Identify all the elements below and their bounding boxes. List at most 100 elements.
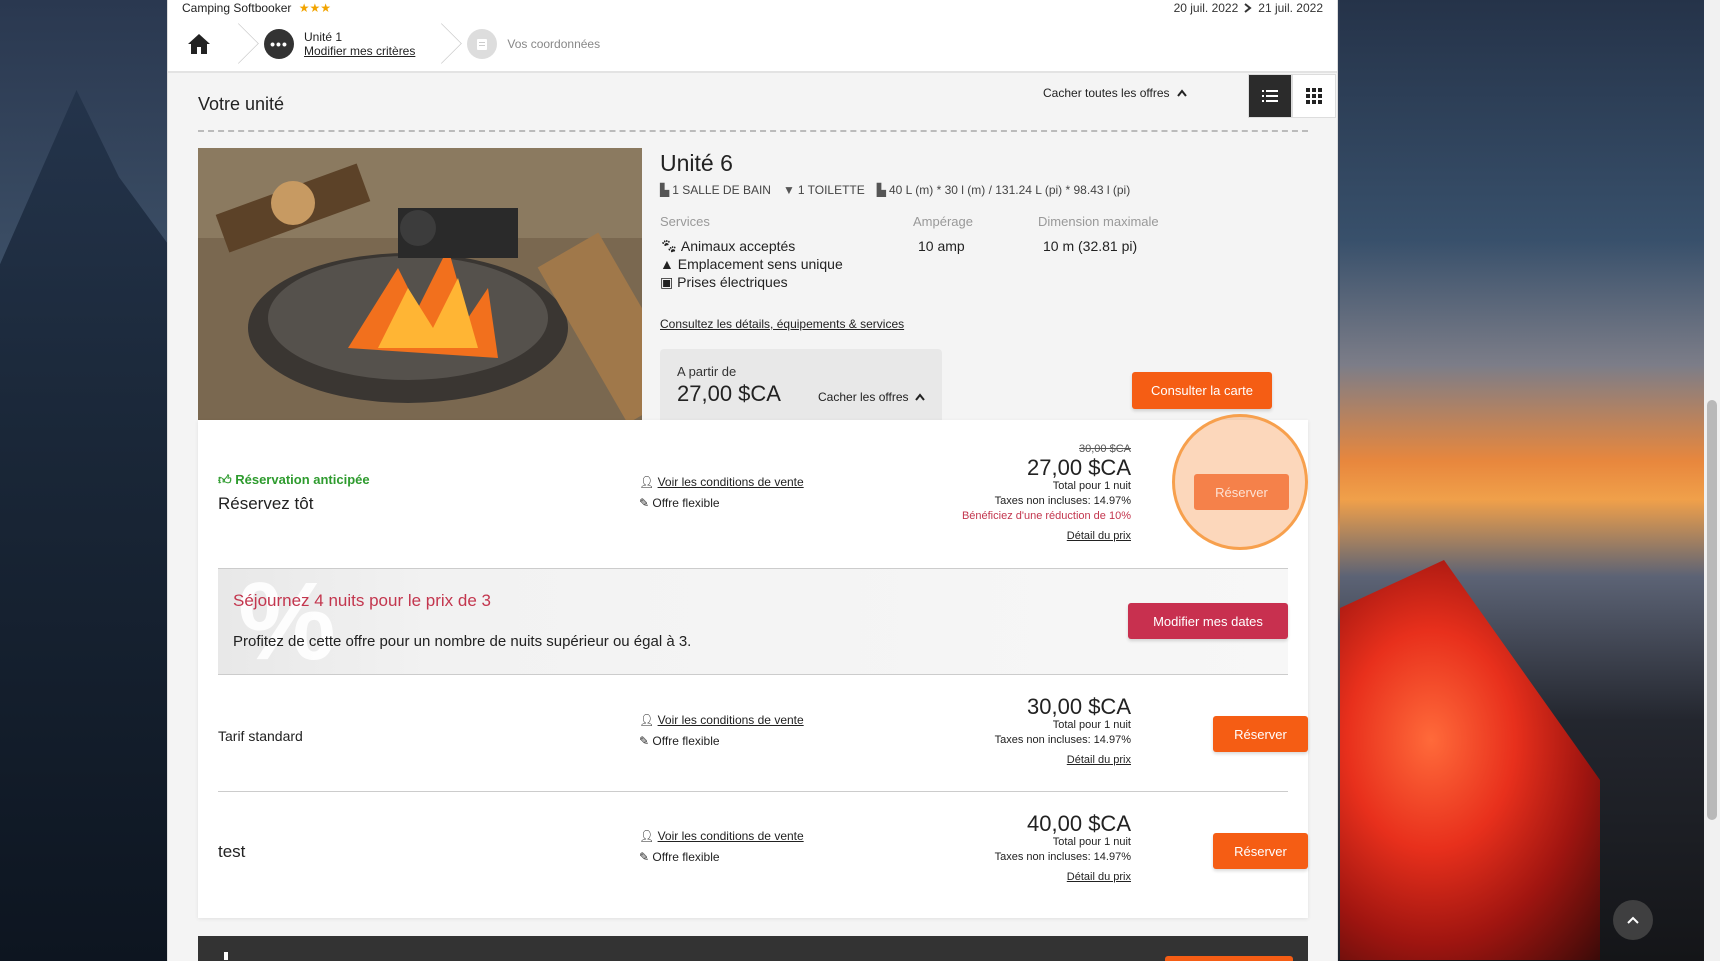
promo-description: Profitez de cette offre pour un nombre d… bbox=[233, 633, 692, 650]
flexible-label: Offre flexible bbox=[652, 496, 720, 510]
chevron-up-icon bbox=[1627, 916, 1639, 924]
chevron-right-icon bbox=[1244, 3, 1252, 13]
conditions-link[interactable]: Voir les conditions de vente bbox=[658, 829, 804, 843]
date-range: 20 juil. 2022 21 juil. 2022 bbox=[1174, 1, 1323, 15]
price-detail-link[interactable]: Détail du prix bbox=[995, 870, 1131, 885]
star-rating-icon: ★★★ bbox=[298, 1, 332, 15]
hide-offers-label: Cacher les offres bbox=[818, 390, 909, 404]
step-navigation: ••• Unité 1 Modifier mes critères Vos co… bbox=[168, 16, 1337, 73]
brand-name: Camping Softbooker bbox=[182, 1, 292, 15]
promo-title: Séjournez 4 nuits pour le prix de 3 bbox=[233, 591, 491, 610]
dimension-column: Dimension maximale 10 m (32.81 pi) bbox=[1038, 214, 1159, 255]
reserve-button[interactable]: Réserver bbox=[1213, 716, 1308, 752]
conditions-link[interactable]: Voir les conditions de vente bbox=[658, 713, 804, 727]
flexible-label: Offre flexible bbox=[652, 850, 720, 864]
edit-icon: ✎ bbox=[639, 496, 650, 510]
divider bbox=[218, 674, 1288, 675]
details-link[interactable]: Consultez les détails, équipements & ser… bbox=[660, 317, 904, 331]
price-summary: A partir de 27,00 $CA Cacher les offres bbox=[660, 349, 942, 421]
next-unit-card bbox=[198, 936, 1308, 961]
grid-view-button[interactable] bbox=[1292, 74, 1336, 118]
offer-conditions: 👤︎ Voir les conditions de vente ✎ Offre … bbox=[639, 710, 804, 752]
date-to: 21 juil. 2022 bbox=[1258, 1, 1323, 15]
spec-toilet-label: 1 TOILETTE bbox=[797, 183, 865, 197]
services-label: Services bbox=[660, 214, 710, 229]
services-column: Services 🐾︎ Animaux acceptés ▲ Emplaceme… bbox=[660, 214, 843, 291]
step-unit[interactable]: ••• Unité 1 Modifier mes critères bbox=[246, 15, 433, 72]
price-detail-link[interactable]: Détail du prix bbox=[962, 529, 1131, 544]
modify-dates-button[interactable]: Modifier mes dates bbox=[1128, 603, 1288, 639]
modify-criteria-link[interactable]: Modifier mes critères bbox=[304, 44, 415, 58]
total-label: Total pour 1 nuit bbox=[1052, 836, 1131, 848]
promo-banner: % Séjournez 4 nuits pour le prix de 3 Pr… bbox=[218, 569, 1288, 674]
conditions-row: 👤︎ Voir les conditions de vente bbox=[639, 826, 804, 847]
offer-price: 30,00 $CA 27,00 $CA Total pour 1 nuit Ta… bbox=[962, 442, 1131, 544]
taxes-label: Taxes non incluses: 14.97% bbox=[994, 734, 1131, 746]
scrollbar-thumb[interactable] bbox=[1707, 400, 1717, 820]
offer-price: 30,00 $CA Total pour 1 nuit Taxes non in… bbox=[995, 696, 1131, 768]
hide-offers-toggle[interactable]: Cacher les offres bbox=[818, 390, 925, 404]
price-amount: 30,00 $CA bbox=[1027, 694, 1131, 719]
from-label: A partir de bbox=[677, 364, 737, 379]
home-icon bbox=[188, 33, 210, 54]
offers-list: 👍︎ Réservation anticipée Réservez tôt 👤︎… bbox=[198, 420, 1308, 918]
unit-name: Unité 6 bbox=[660, 150, 733, 176]
dimension-value: 10 m (32.81 pi) bbox=[1043, 238, 1138, 254]
bathroom-spec: ▙ 1 SALLE DE BAIN bbox=[660, 183, 771, 197]
more-icon: ••• bbox=[264, 28, 294, 59]
offer-price: 40,00 $CA Total pour 1 nuit Taxes non in… bbox=[995, 813, 1131, 885]
thumbs-up-icon: 👍︎ bbox=[218, 472, 232, 487]
offer-conditions: 👤︎ Voir les conditions de vente ✎ Offre … bbox=[639, 472, 804, 514]
service-label: Prises électriques bbox=[677, 274, 788, 290]
amperage-column: Ampérage 10 amp bbox=[913, 214, 973, 255]
flexible-row: ✎ Offre flexible bbox=[639, 493, 804, 514]
top-bar: Camping Softbooker ★★★ 20 juil. 2022 21 … bbox=[168, 0, 1337, 16]
service-label: Emplacement sens unique bbox=[677, 256, 843, 272]
toilet-icon: ▼ bbox=[782, 183, 795, 197]
booking-panel: Camping Softbooker ★★★ 20 juil. 2022 21 … bbox=[167, 0, 1338, 961]
view-map-button[interactable]: Consulter la carte bbox=[1132, 372, 1272, 409]
flexible-row: ✎ Offre flexible bbox=[639, 847, 804, 868]
hide-all-offers-toggle[interactable]: Cacher toutes les offres bbox=[1043, 86, 1187, 100]
list-view-button[interactable] bbox=[1248, 74, 1292, 118]
amperage-value: 10 amp bbox=[918, 238, 965, 254]
conditions-link[interactable]: Voir les conditions de vente bbox=[658, 475, 804, 489]
section-title: Votre unité bbox=[198, 94, 285, 114]
conditions-row: 👤︎ Voir les conditions de vente bbox=[639, 472, 804, 493]
scrollbar[interactable] bbox=[1704, 0, 1720, 961]
plug-icon: ▣ bbox=[660, 274, 674, 290]
from-price: 27,00 $CA bbox=[677, 381, 781, 406]
dimension-label: Dimension maximale bbox=[1038, 214, 1159, 229]
offer-tag-label: Réservation anticipée bbox=[235, 472, 370, 487]
unit-specs: ▙ 1 SALLE DE BAIN ▼ 1 TOILETTE ▙ 40 L (m) *… bbox=[660, 183, 1130, 197]
reserve-button-highlighted[interactable]: Réserver bbox=[1194, 474, 1289, 510]
dimension-spec: ▙ 40 L (m) * 30 l (m) / 131.24 L (pi) * 9… bbox=[877, 183, 1130, 197]
user-icon: 👤︎ bbox=[639, 475, 655, 489]
service-item: 🐾︎ Animaux acceptés bbox=[660, 237, 843, 255]
brand: Camping Softbooker ★★★ bbox=[182, 1, 331, 15]
spec-dimension-label: 40 L (m) * 30 l (m) / 131.24 L (pi) * 98… bbox=[889, 183, 1131, 197]
unit-photo[interactable] bbox=[198, 148, 642, 420]
divider bbox=[218, 791, 1288, 792]
user-icon: 👤︎ bbox=[639, 713, 655, 727]
clipboard-icon bbox=[467, 28, 498, 59]
ruler-icon: ▙ bbox=[876, 183, 886, 197]
hide-all-label: Cacher toutes les offres bbox=[1043, 86, 1170, 100]
scroll-to-top-button[interactable] bbox=[1613, 900, 1653, 940]
unit-section-header: Votre unité Cacher toutes les offres bbox=[198, 74, 1336, 132]
grid-icon bbox=[1306, 88, 1322, 104]
taxes-label: Taxes non incluses: 14.97% bbox=[994, 495, 1131, 507]
price-detail-link[interactable]: Détail du prix bbox=[995, 753, 1131, 768]
taxes-label: Taxes non incluses: 14.97% bbox=[994, 851, 1131, 863]
reserve-button[interactable]: Réserver bbox=[1213, 833, 1308, 869]
step-contact[interactable]: Vos coordonnées bbox=[449, 15, 618, 72]
edit-icon: ✎ bbox=[639, 850, 650, 864]
amperage-label: Ampérage bbox=[913, 214, 973, 229]
chevron-up-icon bbox=[915, 393, 925, 401]
mountain-silhouette bbox=[0, 90, 170, 961]
footer-button-edge[interactable] bbox=[1165, 956, 1293, 961]
step-separator bbox=[230, 15, 246, 72]
conditions-row: 👤︎ Voir les conditions de vente bbox=[639, 710, 804, 731]
step-title: Unité 1 bbox=[304, 29, 343, 44]
list-icon bbox=[1262, 90, 1278, 102]
